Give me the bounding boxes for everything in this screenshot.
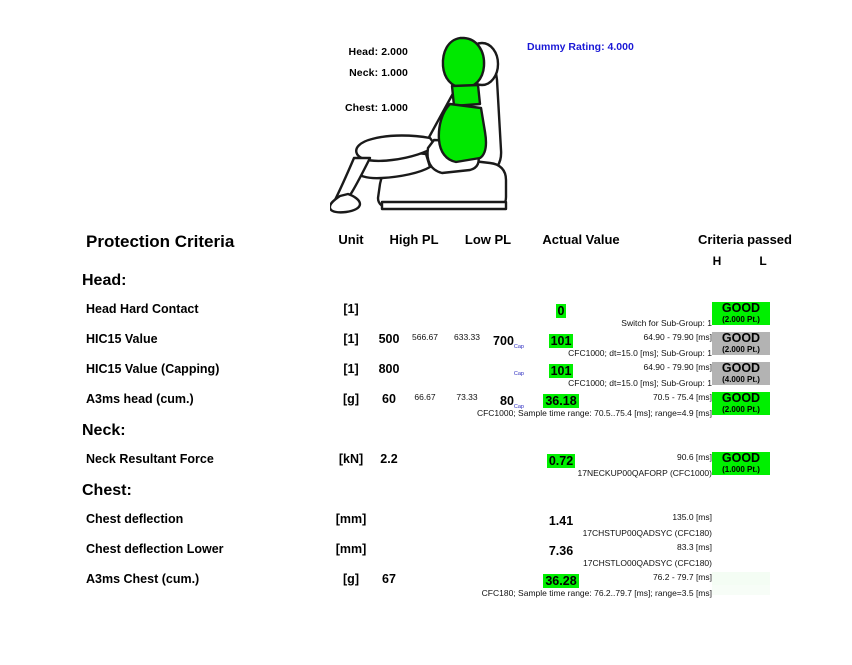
criterion-unit: [g] <box>343 392 359 406</box>
interpolated-value-1: 66.67 <box>414 392 436 402</box>
status-badge-label: GOOD <box>712 572 770 585</box>
status-badge: GOOD (1.000 Pt.) <box>712 452 770 475</box>
actual-value: 1.41 <box>548 514 574 528</box>
header-high-pl: High PL <box>389 232 439 247</box>
criterion-unit: [1] <box>343 302 359 316</box>
interpolated-value-1: 566.67 <box>412 332 438 342</box>
interpolated-value-2: 73.33 <box>456 392 478 402</box>
criterion-unit: [mm] <box>335 512 367 526</box>
status-badge-label: GOOD <box>712 452 770 465</box>
protection-criteria-table: Protection Criteria Unit High PL Low PL … <box>0 0 852 665</box>
header-l-column: L <box>759 254 767 268</box>
report-page: Head: 2.000 Neck: 1.000 Chest: 1.000 Dum… <box>0 0 852 665</box>
criterion-name: A3ms head (cum.) <box>86 392 194 406</box>
header-h-column: H <box>712 254 722 268</box>
actual-value-time: 90.6 [ms] <box>677 452 712 462</box>
criterion-unit: [1] <box>343 332 359 346</box>
high-pl-value: 60 <box>382 392 396 406</box>
header-unit: Unit <box>338 232 364 247</box>
criterion-unit: [1] <box>343 362 359 376</box>
criterion-unit: [g] <box>343 572 359 586</box>
criterion-name: Head Hard Contact <box>86 302 199 316</box>
criterion-name: A3ms Chest (cum.) <box>86 572 200 586</box>
actual-value-time: 70.5 - 75.4 [ms] <box>652 392 712 402</box>
status-badge-points: (1.000 Pt.) <box>712 465 770 475</box>
criterion-unit: [kN] <box>338 452 364 466</box>
interpolated-value-2: 633.33 <box>454 332 480 342</box>
header-criteria-passed: Criteria passed <box>698 232 792 247</box>
row-subnote: Switch for Sub-Group: 1 <box>621 318 712 328</box>
status-badge-points: (4.000 Pt.) <box>712 375 770 385</box>
header-actual-value: Actual Value <box>542 232 620 247</box>
capping-subscript: Cap <box>513 371 524 377</box>
actual-value-time: 83.3 [ms] <box>677 542 712 552</box>
actual-value: 7.36 <box>548 544 574 558</box>
status-badge-points: (2.000 Pt.) <box>712 315 770 325</box>
actual-value: 36.28 <box>543 574 579 588</box>
criterion-name: Chest deflection Lower <box>86 542 224 556</box>
low-pl-value: 700 <box>493 334 514 348</box>
row-subnote: 17CHSTLO00QADSYC (CFC180) <box>583 558 712 568</box>
high-pl-value: 800 <box>378 362 400 376</box>
criteria-passed-h-cell: GOOD (1.000 Pt.) <box>708 452 774 477</box>
status-badge-points: (2.000 Pt.) <box>712 405 770 415</box>
criteria-passed-h-cell: GOOD (2.000 Pt.) <box>708 302 774 327</box>
criteria-passed-h-cell: GOOD (4.000 Pt.) <box>708 362 774 387</box>
actual-value-time: 135.0 [ms] <box>672 512 712 522</box>
row-subnote: 17NECKUP00QAFORP (CFC1000) <box>577 468 712 478</box>
status-badge: GOOD (2.000 Pt.) <box>712 332 770 355</box>
status-badge: GOOD (4.000 Pt.) <box>712 362 770 385</box>
low-pl-value: 80 <box>500 394 514 408</box>
status-badge-points: (2.000 Pt.) <box>712 345 770 355</box>
criterion-name: HIC15 Value (Capping) <box>86 362 220 376</box>
row-subnote: 17CHSTUP00QADSYC (CFC180) <box>582 528 712 538</box>
criterion-unit: [mm] <box>335 542 367 556</box>
actual-value: 101 <box>548 364 574 378</box>
status-badge-label: GOOD <box>712 392 770 405</box>
status-badge: GOOD (2.000 Pt.) <box>712 392 770 415</box>
status-badge-label: GOOD <box>712 302 770 315</box>
actual-value-time: 64.90 - 79.90 [ms] <box>643 332 712 342</box>
actual-value: 0.72 <box>546 454 576 468</box>
status-badge: GOOD (2.000 Pt.) <box>712 572 770 595</box>
actual-value-time: 64.90 - 79.90 [ms] <box>643 362 712 372</box>
status-badge-points: (2.000 Pt.) <box>712 585 770 595</box>
section-title: Head: <box>82 272 127 289</box>
section-title: Chest: <box>82 482 132 499</box>
status-badge-label: GOOD <box>712 332 770 345</box>
high-pl-value: 2.2 <box>380 452 398 466</box>
section-title: Neck: <box>82 422 126 439</box>
status-badge-label: GOOD <box>712 362 770 375</box>
row-subnote: CFC1000; dt=15.0 [ms]; Sub-Group: 1 <box>568 348 712 358</box>
header-low-pl: Low PL <box>464 232 512 247</box>
row-subnote: CFC180; Sample time range: 76.2..79.7 [m… <box>481 588 712 598</box>
criterion-name: Neck Resultant Force <box>86 452 214 466</box>
actual-value: 36.18 <box>543 394 579 408</box>
actual-value: 101 <box>548 334 574 348</box>
criteria-passed-h-cell: GOOD (2.000 Pt.) <box>708 392 774 417</box>
high-pl-value: 67 <box>382 572 396 586</box>
row-subnote: CFC1000; Sample time range: 70.5..75.4 [… <box>476 408 712 418</box>
row-subnote: CFC1000; dt=15.0 [ms]; Sub-Group: 1 <box>568 378 712 388</box>
actual-value: 0 <box>555 304 567 318</box>
actual-value-time: 76.2 - 79.7 [ms] <box>652 572 712 582</box>
criterion-name: Chest deflection <box>86 512 184 526</box>
criteria-passed-h-cell: GOOD (2.000 Pt.) <box>708 332 774 357</box>
criterion-name: HIC15 Value <box>86 332 158 346</box>
criteria-passed-h-cell: GOOD (2.000 Pt.) <box>708 572 774 597</box>
status-badge: GOOD (2.000 Pt.) <box>712 302 770 325</box>
high-pl-value: 500 <box>378 332 400 346</box>
header-protection-criteria: Protection Criteria <box>86 232 235 251</box>
